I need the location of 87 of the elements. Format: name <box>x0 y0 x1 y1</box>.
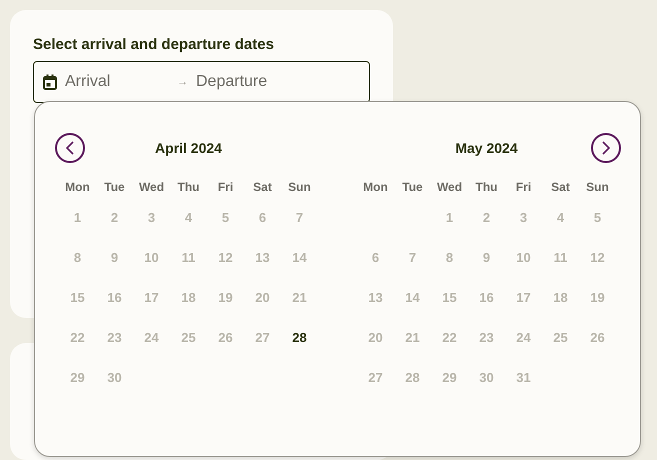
calendar-day: 6 <box>372 250 380 264</box>
calendar-day: 30 <box>107 370 122 384</box>
calendar-day: 12 <box>218 250 233 264</box>
calendar-day: 27 <box>368 370 383 384</box>
calendar-day: 4 <box>556 210 564 224</box>
calendar-day: 2 <box>482 210 490 224</box>
weekday-label: Sat <box>253 180 272 194</box>
calendar-day: 31 <box>516 370 531 384</box>
calendar-day: 23 <box>479 330 494 344</box>
calendar-day: 18 <box>553 290 568 304</box>
weekday-label: Tue <box>402 180 423 194</box>
calendar-day: 13 <box>368 290 383 304</box>
previous-month-button[interactable] <box>55 133 85 163</box>
calendar-day: 4 <box>184 210 192 224</box>
calendar-day: 13 <box>255 250 270 264</box>
weekday-label: Fri <box>218 180 234 194</box>
calendar-day: 5 <box>594 210 602 224</box>
arrival-placeholder: Arrival <box>65 73 112 91</box>
date-range-field[interactable]: Arrival → Departure <box>33 61 370 103</box>
calendar-day: 3 <box>148 210 156 224</box>
calendar-day[interactable]: 28 <box>292 330 307 344</box>
weekday-label: Sun <box>586 180 609 194</box>
calendar-day: 24 <box>144 330 159 344</box>
calendar-day: 20 <box>368 330 383 344</box>
calendar-day: 21 <box>292 290 307 304</box>
calendar-day: 10 <box>516 250 531 264</box>
weekday-label: Thu <box>178 180 200 194</box>
calendar-day: 26 <box>590 330 605 344</box>
calendar-day: 24 <box>516 330 531 344</box>
weekday-label: Tue <box>104 180 125 194</box>
calendar-day: 8 <box>74 250 82 264</box>
calendar-day: 20 <box>255 290 270 304</box>
calendar-day: 29 <box>442 370 457 384</box>
calendar-icon <box>43 74 57 90</box>
calendar-day: 10 <box>144 250 159 264</box>
weekday-label: Sat <box>551 180 570 194</box>
calendar-day: 5 <box>222 210 230 224</box>
calendar-day: 15 <box>70 290 85 304</box>
calendar-day: 26 <box>218 330 233 344</box>
calendar-day: 28 <box>405 370 420 384</box>
calendar-day: 11 <box>182 250 196 264</box>
calendar-day: 25 <box>181 330 196 344</box>
weekday-label: Wed <box>138 180 164 194</box>
weekday-label: Sun <box>288 180 311 194</box>
calendar-day: 17 <box>144 290 159 304</box>
calendar-day: 16 <box>107 290 122 304</box>
calendar-day: 1 <box>446 210 454 224</box>
calendar-day: 11 <box>554 250 568 264</box>
calendar-day: 16 <box>479 290 494 304</box>
calendar-day: 7 <box>296 210 304 224</box>
calendar-day: 18 <box>181 290 196 304</box>
weekday-label: Thu <box>476 180 498 194</box>
calendar-day: 9 <box>110 250 118 264</box>
calendar-day: 14 <box>405 290 420 304</box>
weekday-label: Mon <box>65 180 90 194</box>
next-month-button[interactable] <box>591 133 621 163</box>
weekday-label: Fri <box>516 180 532 194</box>
calendar-day: 12 <box>590 250 605 264</box>
calendar-day: 21 <box>405 330 420 344</box>
field-label: Select arrival and departure dates <box>33 36 275 53</box>
calendar-day: 3 <box>520 210 528 224</box>
calendar-day: 19 <box>218 290 233 304</box>
calendar-day: 9 <box>482 250 490 264</box>
chevron-right-icon <box>602 141 610 155</box>
calendar-day: 7 <box>408 250 416 264</box>
departure-placeholder: Departure <box>196 73 268 91</box>
calendar-day: 2 <box>110 210 118 224</box>
calendar-day: 17 <box>516 290 531 304</box>
calendar-day: 25 <box>553 330 568 344</box>
calendar-day: 1 <box>74 210 82 224</box>
month-title: April 2024 <box>155 140 222 156</box>
calendar-day: 19 <box>590 290 605 304</box>
calendar-day: 27 <box>255 330 270 344</box>
weekday-label: Mon <box>363 180 388 194</box>
calendar-day: 30 <box>479 370 494 384</box>
calendar-day: 29 <box>70 370 85 384</box>
calendar-day: 22 <box>70 330 85 344</box>
calendar-day: 22 <box>442 330 457 344</box>
month-title: May 2024 <box>455 140 518 156</box>
chevron-left-icon <box>66 141 74 155</box>
arrow-separator: → <box>177 76 188 88</box>
calendar-day: 23 <box>107 330 122 344</box>
calendar-day: 6 <box>258 210 266 224</box>
calendar-day: 15 <box>442 290 457 304</box>
weekday-label: Wed <box>436 180 462 194</box>
calendar-day: 14 <box>292 250 307 264</box>
calendar-day: 8 <box>446 250 454 264</box>
